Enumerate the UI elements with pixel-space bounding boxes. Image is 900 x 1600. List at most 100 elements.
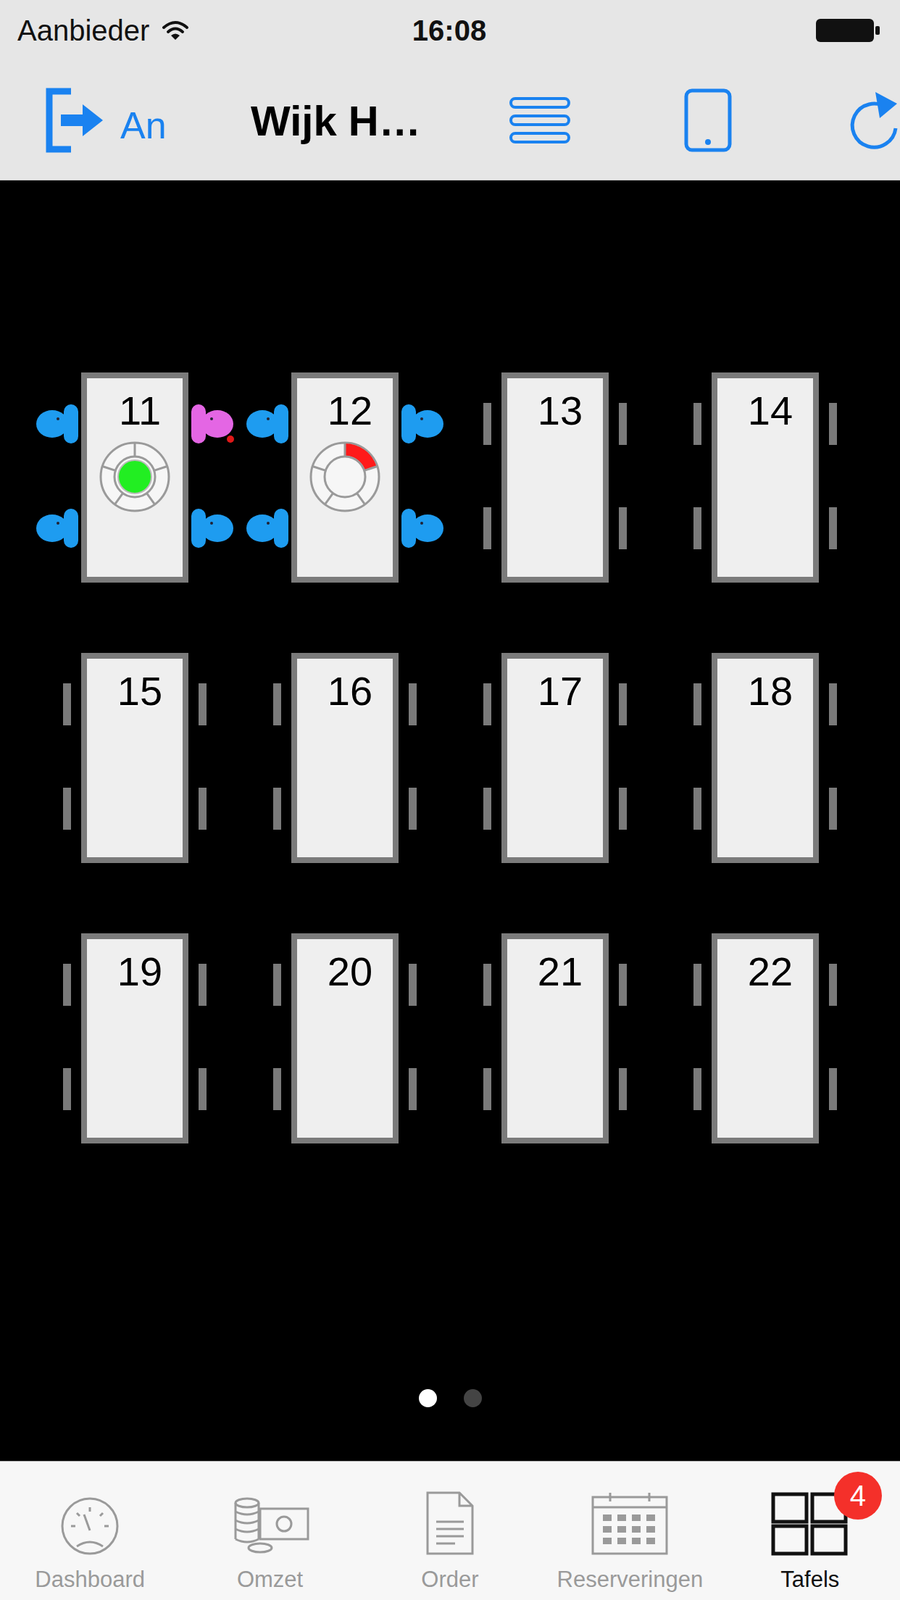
seat[interactable] bbox=[450, 505, 502, 551]
seat[interactable] bbox=[660, 786, 712, 832]
seat-column bbox=[818, 652, 870, 864]
table[interactable]: 13 bbox=[501, 372, 609, 583]
battery bbox=[486, 15, 882, 45]
seat[interactable] bbox=[608, 1066, 660, 1112]
table-cell: 17 bbox=[450, 652, 661, 864]
seat[interactable] bbox=[398, 681, 450, 727]
seat[interactable] bbox=[608, 505, 660, 551]
seat[interactable] bbox=[450, 401, 502, 447]
table[interactable]: 22 bbox=[711, 933, 819, 1144]
seat[interactable] bbox=[240, 786, 292, 832]
seat[interactable] bbox=[398, 1066, 450, 1112]
seat[interactable] bbox=[660, 505, 712, 551]
seat[interactable] bbox=[30, 505, 82, 551]
seat[interactable] bbox=[240, 1066, 292, 1112]
tab-item[interactable]: Dashboard bbox=[0, 1461, 180, 1600]
seat[interactable] bbox=[450, 786, 502, 832]
page-dot[interactable] bbox=[463, 1389, 482, 1408]
seat[interactable] bbox=[240, 962, 292, 1008]
seat[interactable] bbox=[398, 401, 450, 447]
chair bbox=[828, 787, 837, 830]
table[interactable]: 20 bbox=[291, 933, 399, 1144]
table[interactable]: 12 bbox=[291, 372, 399, 583]
seat[interactable] bbox=[240, 505, 292, 551]
seat[interactable] bbox=[818, 1066, 870, 1112]
seat-column bbox=[818, 933, 870, 1144]
chair bbox=[828, 683, 837, 726]
tab-item[interactable]: Order bbox=[360, 1461, 540, 1600]
seat[interactable] bbox=[450, 1066, 502, 1112]
chair bbox=[483, 787, 492, 830]
table[interactable]: 15 bbox=[81, 652, 189, 864]
chair bbox=[408, 787, 417, 830]
seat[interactable] bbox=[188, 962, 240, 1008]
seat[interactable] bbox=[30, 1066, 82, 1112]
chair bbox=[618, 1068, 627, 1111]
seat[interactable] bbox=[30, 962, 82, 1008]
table[interactable]: 19 bbox=[81, 933, 189, 1144]
refresh-button[interactable] bbox=[846, 87, 900, 153]
chair bbox=[63, 1068, 72, 1111]
table[interactable]: 21 bbox=[501, 933, 609, 1144]
list-button[interactable] bbox=[508, 96, 685, 145]
seat-column bbox=[450, 372, 502, 583]
seat[interactable] bbox=[608, 401, 660, 447]
seat[interactable] bbox=[818, 401, 870, 447]
battery-icon bbox=[814, 15, 882, 45]
table-cell: 22 bbox=[660, 933, 871, 1144]
seat[interactable] bbox=[398, 786, 450, 832]
seat[interactable] bbox=[30, 786, 82, 832]
seat[interactable] bbox=[240, 681, 292, 727]
seat[interactable] bbox=[818, 962, 870, 1008]
seat[interactable] bbox=[608, 786, 660, 832]
seat[interactable] bbox=[188, 505, 240, 551]
seat[interactable] bbox=[450, 962, 502, 1008]
seat[interactable] bbox=[188, 681, 240, 727]
seat-column bbox=[240, 933, 292, 1144]
seat[interactable] bbox=[188, 786, 240, 832]
tab-item[interactable]: Tafels4 bbox=[720, 1461, 900, 1600]
table[interactable]: 18 bbox=[711, 652, 819, 864]
table-cell: 12 bbox=[239, 372, 450, 583]
chair bbox=[828, 963, 837, 1006]
seat[interactable] bbox=[450, 681, 502, 727]
table[interactable]: 11 bbox=[81, 372, 189, 583]
seat[interactable] bbox=[660, 1066, 712, 1112]
table-grid: 11 12 13 14 15 16 17 18 19 20 21 22 bbox=[29, 372, 871, 1144]
seat[interactable] bbox=[188, 401, 240, 447]
seat[interactable] bbox=[30, 681, 82, 727]
tab-item[interactable]: Omzet bbox=[179, 1461, 360, 1600]
seat[interactable] bbox=[398, 505, 450, 551]
seat[interactable] bbox=[240, 401, 292, 447]
chair bbox=[618, 507, 627, 550]
seat[interactable] bbox=[188, 1066, 240, 1112]
chair bbox=[198, 787, 207, 830]
chair bbox=[198, 1068, 207, 1111]
money-icon bbox=[228, 1492, 313, 1557]
tab-item[interactable]: Reserveringen bbox=[539, 1461, 720, 1600]
chair bbox=[618, 787, 627, 830]
seat[interactable] bbox=[398, 962, 450, 1008]
table[interactable]: 17 bbox=[501, 652, 609, 864]
page-dot[interactable] bbox=[418, 1389, 437, 1408]
seat[interactable] bbox=[818, 681, 870, 727]
logout-button[interactable]: An bbox=[43, 86, 251, 154]
seat[interactable] bbox=[608, 681, 660, 727]
list-icon bbox=[508, 96, 572, 145]
device-button[interactable] bbox=[684, 88, 847, 153]
seat[interactable] bbox=[30, 401, 82, 447]
table[interactable]: 14 bbox=[711, 372, 819, 583]
seat[interactable] bbox=[818, 505, 870, 551]
table[interactable]: 16 bbox=[291, 652, 399, 864]
seat[interactable] bbox=[818, 786, 870, 832]
table-number: 19 bbox=[107, 939, 163, 996]
table-number: 22 bbox=[737, 939, 793, 996]
wifi-icon bbox=[160, 18, 190, 43]
seat[interactable] bbox=[660, 681, 712, 727]
chair bbox=[483, 963, 492, 1006]
seat[interactable] bbox=[608, 962, 660, 1008]
seat[interactable] bbox=[660, 962, 712, 1008]
seat[interactable] bbox=[660, 401, 712, 447]
table-number: 18 bbox=[737, 658, 793, 716]
seat-column bbox=[608, 933, 660, 1144]
